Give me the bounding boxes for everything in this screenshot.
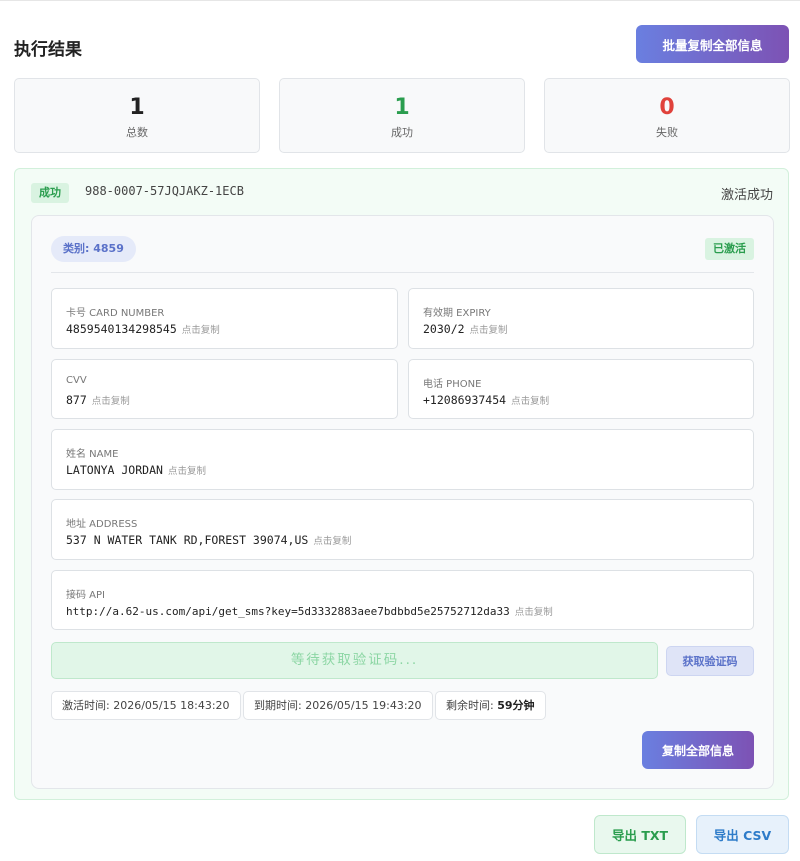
results-header: 执行结果 批量复制全部信息 xyxy=(14,24,789,64)
phone-label: 电话 PHONE xyxy=(423,379,482,390)
batch-copy-button[interactable]: 批量复制全部信息 xyxy=(636,25,789,63)
remaining-time-tag: 剩余时间: 59分钟 xyxy=(435,691,546,720)
category-pill: 类别: 4859 xyxy=(51,236,136,262)
expires-time-tag: 到期时间: 2026/05/15 19:43:20 xyxy=(243,691,433,720)
get-code-button[interactable]: 获取验证码 xyxy=(666,646,754,676)
cvv-field[interactable]: CVV 877 点击复制 xyxy=(51,359,398,419)
expires-time-value: 2026/05/15 19:43:20 xyxy=(305,699,422,712)
success-badge: 成功 xyxy=(31,183,69,203)
phone-value[interactable]: +12086937454 xyxy=(423,393,506,407)
name-field[interactable]: 姓名 NAME LATONYA JORDAN 点击复制 xyxy=(51,429,754,490)
name-label: 姓名 NAME xyxy=(66,449,119,460)
result-item: 成功 988-0007-57JQJAKZ-1ECB 激活成功 类别: 4859 … xyxy=(14,168,789,800)
stat-failed-label: 失败 xyxy=(656,126,678,139)
expires-time-label: 到期时间: xyxy=(254,699,302,712)
api-field[interactable]: 接码 API http://a.62-us.com/api/get_sms?ke… xyxy=(51,570,754,630)
copy-hint[interactable]: 点击复制 xyxy=(182,325,220,336)
phone-field[interactable]: 电话 PHONE +12086937454 点击复制 xyxy=(408,359,754,419)
address-field[interactable]: 地址 ADDRESS 537 N WATER TANK RD,FOREST 39… xyxy=(51,499,754,560)
card-number-value[interactable]: 4859540134298545 xyxy=(66,322,177,336)
copy-hint[interactable]: 点击复制 xyxy=(511,396,549,407)
card-details: 类别: 4859 已激活 卡号 CARD NUMBER 485954013429… xyxy=(31,215,774,789)
remaining-time-value: 59分钟 xyxy=(497,699,535,712)
activated-badge: 已激活 xyxy=(705,238,754,260)
page-title: 执行结果 xyxy=(14,40,82,60)
copy-all-button[interactable]: 复制全部信息 xyxy=(642,731,754,769)
stat-success: 1 成功 xyxy=(279,78,525,153)
export-csv-button[interactable]: 导出 CSV xyxy=(696,815,789,854)
copy-hint[interactable]: 点击复制 xyxy=(168,466,206,477)
top-divider xyxy=(0,0,800,1)
copy-hint[interactable]: 点击复制 xyxy=(470,325,508,336)
copy-hint[interactable]: 点击复制 xyxy=(515,607,553,618)
stats-row: 1 总数 1 成功 0 失败 xyxy=(14,78,790,153)
remaining-time-label: 剩余时间: xyxy=(446,699,494,712)
export-txt-button[interactable]: 导出 TXT xyxy=(594,815,686,854)
cvv-label: CVV xyxy=(66,375,87,386)
activated-time-label: 激活时间: xyxy=(62,699,110,712)
activated-time-value: 2026/05/15 18:43:20 xyxy=(113,699,230,712)
activation-status: 激活成功 xyxy=(720,188,773,203)
address-label: 地址 ADDRESS xyxy=(66,519,138,530)
expiry-field[interactable]: 有效期 EXPIRY 2030/2 点击复制 xyxy=(408,288,754,349)
stat-total: 1 总数 xyxy=(14,78,260,153)
copy-hint[interactable]: 点击复制 xyxy=(92,396,130,407)
expiry-label: 有效期 EXPIRY xyxy=(423,308,491,319)
activation-code: 988-0007-57JQJAKZ-1ECB xyxy=(85,184,244,198)
stat-failed-value: 0 xyxy=(659,95,675,120)
card-divider xyxy=(51,272,754,273)
name-value[interactable]: LATONYA JORDAN xyxy=(66,463,163,477)
activated-time-tag: 激活时间: 2026/05/15 18:43:20 xyxy=(51,691,241,720)
address-value[interactable]: 537 N WATER TANK RD,FOREST 39074,US xyxy=(66,533,308,547)
api-label: 接码 API xyxy=(66,590,105,601)
api-value[interactable]: http://a.62-us.com/api/get_sms?key=5d333… xyxy=(66,605,510,618)
stat-success-label: 成功 xyxy=(391,126,413,139)
cvv-value[interactable]: 877 xyxy=(66,393,87,407)
stat-total-value: 1 xyxy=(129,95,145,120)
stat-failed: 0 失败 xyxy=(544,78,790,153)
sms-code-display: 等待获取验证码... xyxy=(51,642,658,679)
expiry-value[interactable]: 2030/2 xyxy=(423,322,465,336)
copy-hint[interactable]: 点击复制 xyxy=(313,536,351,547)
stat-total-label: 总数 xyxy=(126,126,148,139)
card-number-field[interactable]: 卡号 CARD NUMBER 4859540134298545 点击复制 xyxy=(51,288,398,349)
card-number-label: 卡号 CARD NUMBER xyxy=(66,308,165,319)
stat-success-value: 1 xyxy=(394,95,410,120)
